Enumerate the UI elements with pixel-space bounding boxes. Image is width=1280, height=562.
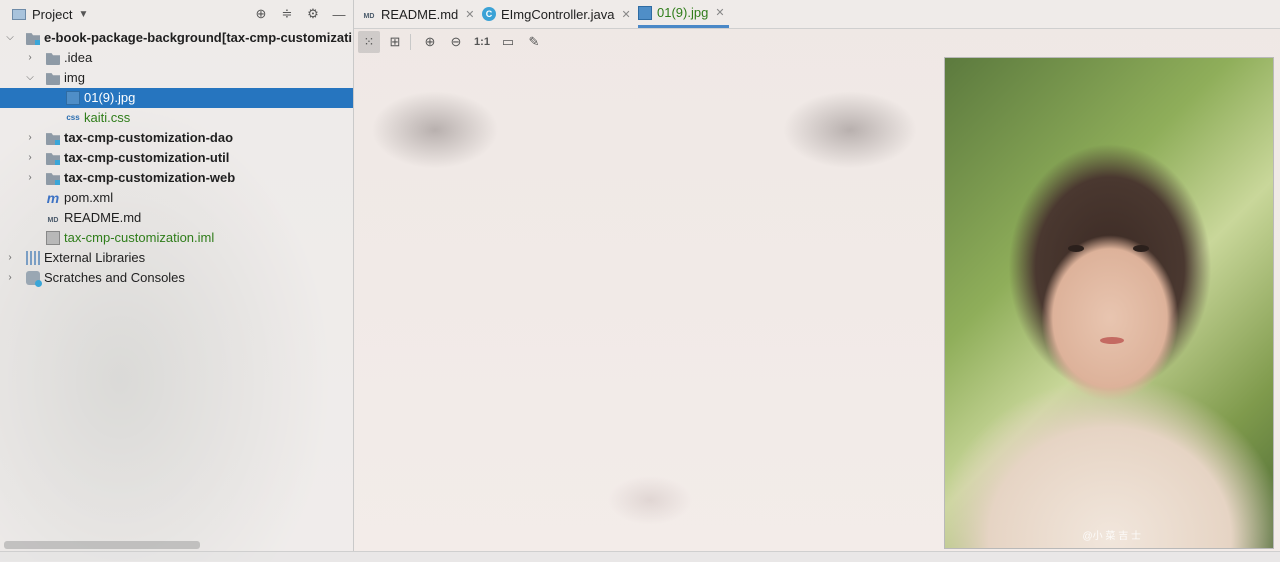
project-panel-tools: ⊕ ≑ ⚙ —: [253, 0, 347, 28]
project-panel: Project ▼ ⊕ ≑ ⚙ — ⌵ e-book-package-backgr…: [0, 0, 354, 551]
image-viewer-toolbar: ⁙ ⊞ ⊕ ⊖ 1:1 ▭ ✎: [354, 29, 1280, 55]
tree-item-label: pom.xml: [64, 190, 114, 205]
tree-item-module-suffix: [tax-cmp-customizati: [222, 30, 353, 45]
fit-to-window-icon[interactable]: ▭: [497, 31, 519, 53]
toolbar-separator: [410, 34, 411, 50]
editor-tab-bar: MD README.md ✕ C EImgController.java ✕ 01(9).j…: [354, 0, 1280, 29]
tree-item[interactable]: css kaiti.css: [0, 108, 353, 128]
tree-item[interactable]: › tax-cmp-customization-web: [0, 168, 353, 188]
tree-item[interactable]: › External Libraries: [0, 248, 353, 268]
markdown-file-icon: MD: [363, 13, 375, 20]
folder-icon: [46, 53, 60, 65]
tree-item[interactable]: › tax-cmp-customization-dao: [0, 128, 353, 148]
zoom-out-icon[interactable]: ⊖: [445, 31, 467, 53]
chevron-down-icon: ▼: [78, 8, 89, 20]
chevron-right-icon[interactable]: ›: [25, 48, 35, 68]
project-tree: ⌵ e-book-package-background [tax-cmp-custo…: [0, 28, 353, 288]
color-picker-icon[interactable]: ✎: [523, 31, 545, 53]
project-icon: [12, 8, 26, 20]
tree-item[interactable]: › .idea: [0, 48, 353, 68]
project-view-selector[interactable]: Project ▼: [12, 7, 88, 22]
bottom-panel-edge: [0, 551, 1280, 562]
photo-lips: [1100, 337, 1124, 344]
module-folder-icon: [46, 133, 60, 145]
module-folder-icon: [26, 33, 40, 45]
tree-item-label: .idea: [64, 50, 93, 65]
tree-item-label: tax-cmp-customization-dao: [64, 130, 234, 145]
chevron-right-icon[interactable]: ›: [25, 128, 35, 148]
tree-item-label: img: [64, 70, 85, 85]
actual-size-button[interactable]: 1:1: [471, 31, 493, 53]
java-class-icon: C: [482, 7, 496, 21]
transparency-checkerboard-icon[interactable]: ⁙: [358, 31, 380, 53]
tree-item-label: README.md: [64, 210, 142, 225]
horizontal-scrollbar[interactable]: [4, 541, 200, 549]
tree-item-label: 01(9).jpg: [84, 90, 136, 105]
chevron-right-icon[interactable]: ›: [5, 268, 15, 288]
folder-icon: [46, 73, 60, 85]
tree-item[interactable]: 01(9).jpg: [0, 88, 353, 108]
chevron-right-icon[interactable]: ›: [5, 248, 15, 268]
gear-icon[interactable]: ⚙: [305, 6, 321, 22]
tree-item[interactable]: ⌵ img: [0, 68, 353, 88]
tree-item[interactable]: › tax-cmp-customization-util: [0, 148, 353, 168]
minimize-icon[interactable]: —: [331, 6, 347, 22]
maven-icon: m: [46, 190, 60, 206]
module-folder-icon: [46, 153, 60, 165]
tree-item-label: External Libraries: [44, 250, 146, 265]
tree-item-label: Scratches and Consoles: [44, 270, 185, 285]
editor-tab[interactable]: C EImgController.java ✕: [482, 0, 635, 28]
tree-item-label: kaiti.css: [84, 110, 131, 125]
module-folder-icon: [46, 173, 60, 185]
image-watermark: @小 菜 吉 士: [1082, 531, 1142, 542]
editor-tab-label: EImgController.java: [501, 6, 615, 22]
image-file-icon: [66, 91, 80, 105]
image-preview: @小 菜 吉 士: [944, 57, 1274, 549]
chevron-right-icon[interactable]: ›: [25, 148, 35, 168]
crosshair-icon[interactable]: ⊕: [253, 6, 269, 22]
library-icon: [26, 251, 40, 265]
project-panel-header: Project ▼ ⊕ ≑ ⚙ —: [0, 0, 353, 28]
close-icon[interactable]: ✕: [621, 8, 630, 21]
tree-item[interactable]: tax-cmp-customization.iml: [0, 228, 353, 248]
editor-tab-label: 01(9).jpg: [657, 5, 709, 20]
tree-item-label: tax-cmp-customization-util: [64, 150, 230, 165]
css-file-icon: css: [66, 113, 80, 122]
chevron-down-icon[interactable]: ⌵: [25, 68, 35, 88]
zoom-in-icon[interactable]: ⊕: [419, 31, 441, 53]
editor-tab[interactable]: MD README.md ✕: [362, 0, 479, 28]
chevron-right-icon[interactable]: ›: [25, 168, 35, 188]
markdown-file-icon: MD: [47, 217, 59, 224]
chevron-down-icon[interactable]: ⌵: [5, 28, 15, 48]
image-file-icon: [638, 5, 652, 20]
tree-item[interactable]: MD README.md: [0, 208, 353, 228]
collapse-icon[interactable]: ≑: [279, 6, 295, 22]
close-icon[interactable]: ✕: [465, 8, 474, 21]
close-icon[interactable]: ✕: [715, 6, 724, 19]
tree-item[interactable]: m pom.xml: [0, 188, 353, 208]
tree-item-label: tax-cmp-customization.iml: [64, 230, 215, 245]
scratches-icon: [26, 271, 42, 287]
iml-file-icon: [46, 231, 60, 245]
editor-tab-label: README.md: [381, 6, 459, 22]
editor-tab[interactable]: 01(9).jpg ✕: [638, 0, 729, 28]
photo-left-eye: [1068, 245, 1084, 252]
project-panel-title: Project: [32, 6, 73, 22]
tree-item[interactable]: › Scratches and Consoles: [0, 268, 353, 288]
tree-item-label: tax-cmp-customization-web: [64, 170, 236, 185]
grid-icon[interactable]: ⊞: [384, 31, 406, 53]
photo-right-eye: [1133, 245, 1149, 252]
tree-item[interactable]: ⌵ e-book-package-background [tax-cmp-custo…: [0, 28, 353, 48]
tree-item-label: e-book-package-background: [44, 30, 222, 45]
